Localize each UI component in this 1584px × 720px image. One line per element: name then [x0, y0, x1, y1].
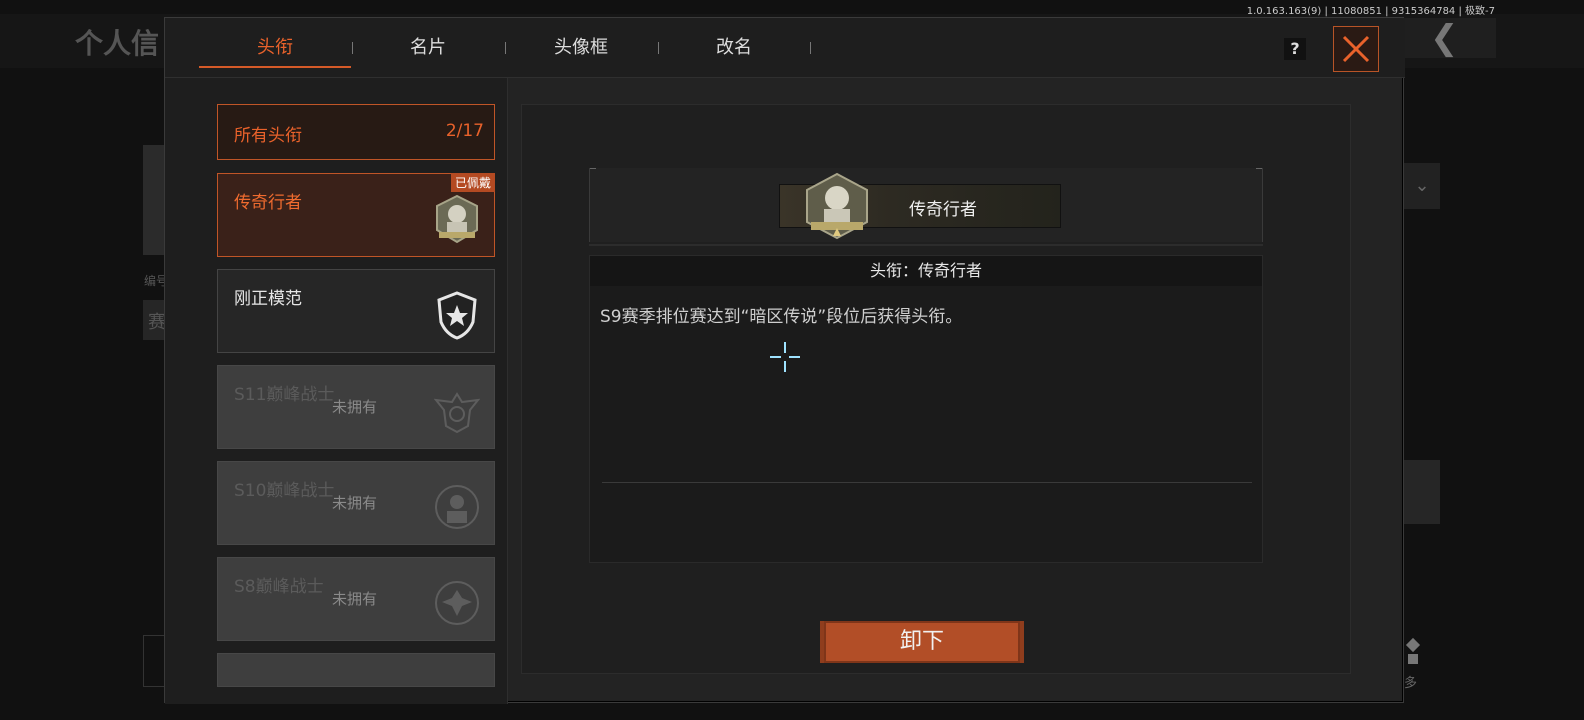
tab-title[interactable]: 头衔: [199, 32, 351, 68]
description-header: 头衔：传奇行者: [590, 256, 1262, 286]
tab-divider: [810, 42, 811, 54]
title-item-s8[interactable]: S8巅峰战士 未拥有: [217, 557, 495, 641]
title-item-name: 传奇行者: [234, 193, 302, 213]
banner-title-name: 传奇行者: [909, 200, 977, 220]
eagle-emblem-icon: [435, 581, 479, 625]
chevron-down-icon[interactable]: ⌄: [1404, 163, 1440, 209]
title-item-upright-model[interactable]: 刚正模范: [217, 269, 495, 353]
unequip-button[interactable]: 卸下: [820, 621, 1024, 663]
equipped-badge: 已佩戴: [450, 173, 495, 192]
title-item-name: S11巅峰战士: [234, 385, 335, 405]
tab-namecard[interactable]: 名片: [352, 32, 504, 66]
title-item-legend-walker[interactable]: 传奇行者 已佩戴: [217, 173, 495, 257]
help-icon[interactable]: ?: [1284, 38, 1306, 60]
close-icon: [1342, 35, 1370, 63]
legend-soldier-badge-icon: [436, 194, 478, 244]
title-item-name: S8巅峰战士: [234, 577, 324, 597]
title-description-box: 头衔：传奇行者 S9赛季排位赛达到“暗区传说”段位后获得头衔。: [589, 255, 1263, 563]
screen: 个人信 ❮ 编号 赛 ⌄ 多 1.0.163.163(9) | 11080851…: [0, 0, 1584, 720]
not-owned-label: 未拥有: [332, 398, 378, 416]
title-item-partial[interactable]: [217, 653, 495, 687]
back-arrow-icon[interactable]: ❮: [1396, 18, 1496, 58]
tab-bar: 头衔 名片 头像框 改名 ?: [165, 18, 1405, 78]
divider: [602, 482, 1252, 483]
tab-rename[interactable]: 改名: [658, 32, 810, 66]
all-titles-filter[interactable]: 所有头衔 2/17: [217, 104, 495, 160]
more-icon: [1405, 637, 1421, 666]
title-count: 2/17: [445, 121, 484, 141]
background-page-title: 个人信: [75, 27, 160, 60]
all-titles-label: 所有头衔: [234, 126, 302, 146]
not-owned-label: 未拥有: [332, 494, 378, 512]
close-button[interactable]: [1333, 26, 1379, 72]
legend-soldier-emblem-icon: [806, 172, 868, 240]
title-item-s10[interactable]: S10巅峰战士 未拥有: [217, 461, 495, 545]
description-text: S9赛季排位赛达到“暗区传说”段位后获得头衔。: [600, 307, 963, 327]
title-item-name: S10巅峰战士: [234, 481, 335, 501]
more-label: 多: [1404, 676, 1418, 691]
title-item-s11[interactable]: S11巅峰战士 未拥有: [217, 365, 495, 449]
version-info: 1.0.163.163(9) | 11080851 | 9315364784 |…: [1246, 6, 1495, 17]
title-modal: 头衔 名片 头像框 改名 ? 所有头衔 2/17 传奇行者 已佩戴 刚正模范 S…: [164, 17, 1405, 704]
star-shield-icon: [437, 291, 477, 340]
winged-shield-icon: [434, 392, 480, 434]
divider: [507, 78, 508, 704]
soldier-portrait-icon: [435, 485, 479, 529]
title-item-name: 刚正模范: [234, 289, 302, 309]
divider: [589, 244, 1263, 246]
not-owned-label: 未拥有: [332, 590, 378, 608]
crosshair-icon: [770, 342, 800, 372]
tab-avatar-frame[interactable]: 头像框: [505, 32, 657, 66]
background-image: [1404, 460, 1440, 524]
